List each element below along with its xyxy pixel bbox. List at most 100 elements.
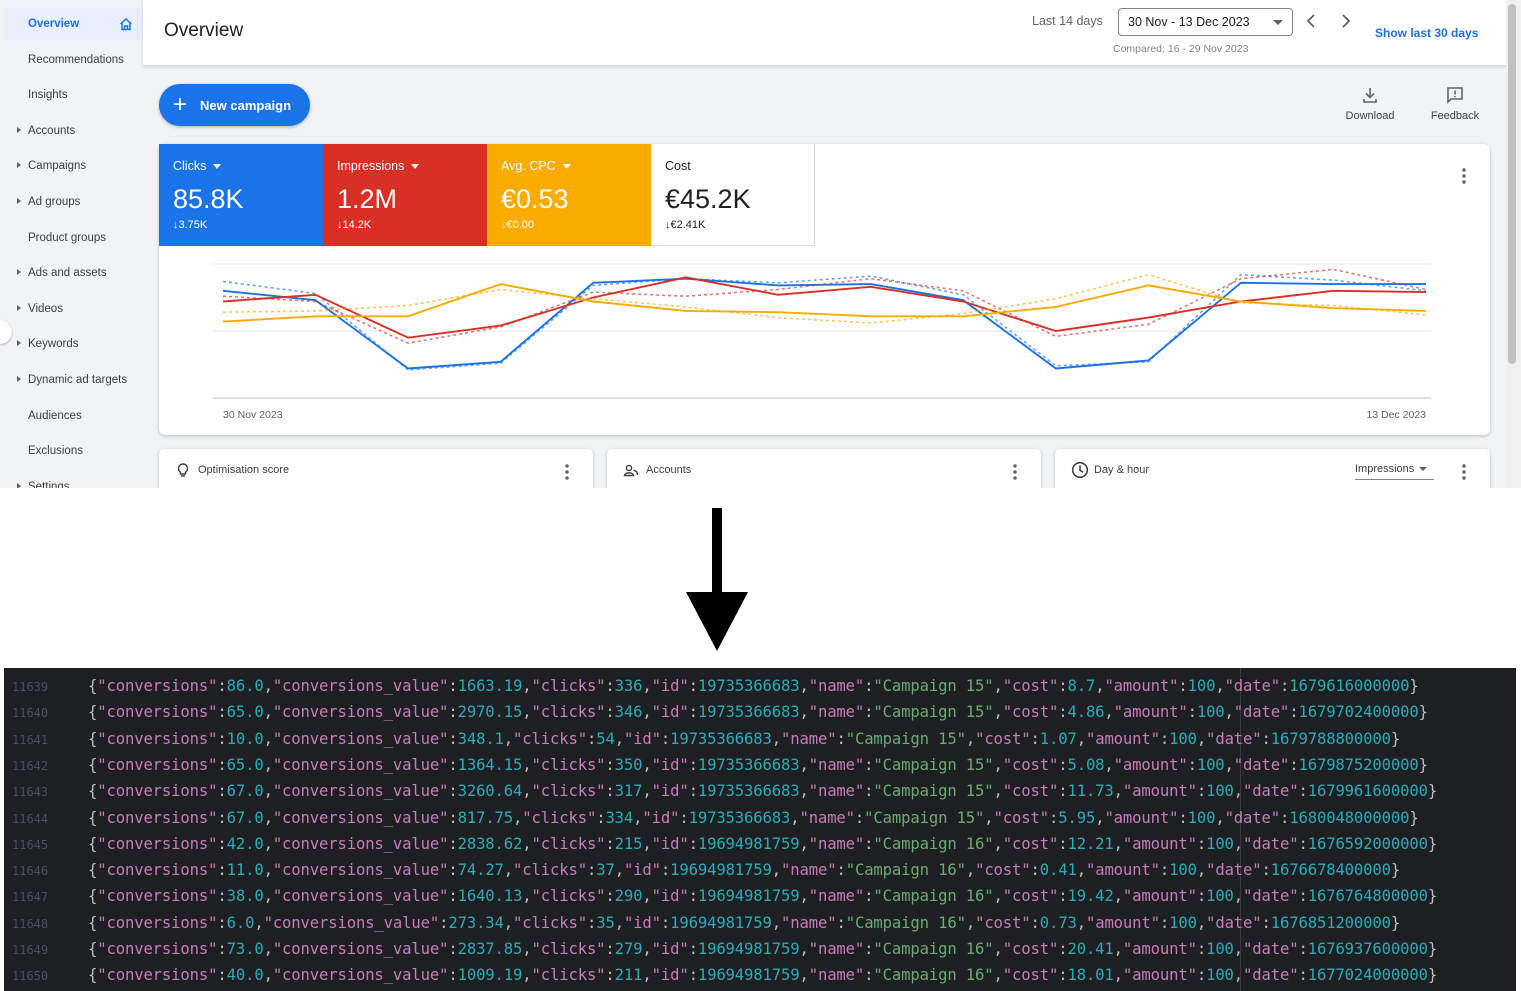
scrollbar-thumb[interactable] — [1508, 4, 1516, 364]
code-token: "conversions_value" — [272, 703, 449, 722]
code-token: , — [642, 677, 652, 695]
code-token: , — [1224, 755, 1234, 774]
code-value-clicks: 211 — [614, 966, 643, 985]
home-icon — [119, 17, 133, 31]
code-token: : — [217, 940, 227, 958]
code-value-name: Campaign 16 — [882, 940, 985, 958]
code-value-value: 1009.19 — [457, 966, 523, 985]
new-campaign-label: New campaign — [200, 97, 292, 113]
code-value-value: 74.27 — [457, 861, 504, 880]
feedback-button[interactable]: Feedback — [1420, 86, 1490, 122]
code-token: , — [993, 677, 1003, 695]
code-value-name: Campaign 16 — [854, 913, 957, 932]
code-token: "date" — [1206, 913, 1262, 932]
code-value-id: 19694981759 — [670, 861, 772, 880]
line-number: 11642 — [12, 758, 49, 773]
code-token: : — [1280, 677, 1290, 695]
code-value-value: 1364.15 — [457, 755, 523, 774]
code-token: } — [1427, 887, 1438, 906]
sidebar-item-exclusions[interactable]: Exclusions — [4, 435, 143, 467]
code-token: , — [1233, 940, 1244, 958]
metric-label-text: Avg. CPC — [501, 159, 556, 173]
code-value-id: 19735366683 — [697, 755, 800, 774]
dropdown-arrow-icon — [213, 163, 222, 169]
dropdown-arrow-icon — [411, 163, 420, 169]
download-button[interactable]: Download — [1335, 86, 1405, 122]
more-options-icon[interactable] — [1013, 464, 1017, 480]
chevron-right-icon[interactable] — [1338, 12, 1354, 30]
code-token: { — [88, 913, 98, 932]
code-token: : — [1196, 966, 1207, 985]
sidebar-item-keywords[interactable]: Keywords — [4, 328, 143, 360]
code-token: , — [522, 887, 532, 906]
metric-clicks[interactable]: Clicks 85.8K ↓3.75K — [159, 144, 323, 246]
chevron-left-icon[interactable] — [1303, 12, 1319, 30]
sidebar-item-label: Settings — [28, 480, 70, 488]
code-token: "conversions_value" — [272, 677, 449, 695]
performance-line-chart: 30 Nov 2023 13 Dec 2023 — [213, 263, 1431, 421]
code-token: "cost" — [975, 861, 1031, 880]
code-token: , — [771, 861, 782, 880]
day-hour-metric-select[interactable]: Impressions — [1355, 463, 1434, 480]
code-token: , — [1113, 940, 1123, 958]
code-token: , — [642, 834, 652, 853]
code-token: "date" — [1224, 677, 1281, 695]
sidebar-item-accounts[interactable]: Accounts — [4, 115, 143, 147]
sidebar-item-insights[interactable]: Insights — [4, 79, 143, 111]
code-token: : — [448, 677, 458, 695]
optimisation-score-card[interactable]: Optimisation score — [159, 449, 593, 488]
metric-impressions[interactable]: Impressions 1.2M ↓14.2K — [323, 144, 487, 246]
sidebar-item-ads-and-assets[interactable]: Ads and assets — [4, 257, 143, 289]
code-value-cost: 5.95 — [1058, 808, 1096, 827]
code-token: , — [263, 834, 273, 853]
code-line: {"conversions":67.0,"conversions_value":… — [88, 809, 1419, 827]
code-line: {"conversions":42.0,"conversions_value":… — [88, 835, 1437, 853]
code-token: , — [263, 782, 273, 801]
code-token: : — [217, 861, 227, 880]
code-token: "clicks" — [531, 677, 606, 695]
sidebar-item-product-groups[interactable]: Product groups — [4, 222, 143, 254]
sidebar-item-ad-groups[interactable]: Ad groups — [4, 186, 143, 218]
code-token: : — [836, 913, 846, 932]
code-token: "date" — [1243, 940, 1299, 958]
code-token: "cost" — [1002, 834, 1059, 853]
more-options-icon[interactable] — [565, 464, 569, 480]
show-last-30-days-link[interactable]: Show last 30 days — [1375, 26, 1478, 40]
sidebar-item-audiences[interactable]: Audiences — [4, 400, 143, 432]
sidebar-item-label: Accounts — [28, 124, 76, 137]
sidebar-item-label: Campaigns — [28, 160, 87, 173]
sidebar-item-dynamic-ad-targets[interactable]: Dynamic ad targets — [4, 364, 143, 396]
accounts-card[interactable]: Accounts — [607, 449, 1041, 488]
code-token: : — [1261, 729, 1271, 748]
code-token: "conversions" — [97, 782, 218, 801]
code-value-name: Campaign 16 — [882, 966, 985, 985]
line-number: 11639 — [12, 680, 49, 694]
code-token: , — [1215, 677, 1225, 695]
sidebar-item-recommendations[interactable]: Recommendations — [4, 44, 143, 76]
date-range-select[interactable]: 30 Nov - 13 Dec 2023 — [1118, 8, 1293, 36]
code-value-value: 1663.19 — [457, 677, 523, 695]
sidebar-item-videos[interactable]: Videos — [4, 293, 143, 325]
sidebar-item-overview[interactable]: Overview — [4, 8, 143, 40]
day-hour-card[interactable]: Day & hour Impressions — [1055, 449, 1490, 488]
code-value-date: 1676851200000 — [1270, 913, 1391, 932]
metric-avg-cpc[interactable]: Avg. CPC €0.53 ↓€0.00 — [487, 144, 651, 246]
caret-right-icon — [17, 482, 21, 488]
code-token: { — [88, 729, 98, 748]
code-token: , — [254, 913, 264, 932]
code-token: : — [217, 834, 227, 853]
sidebar-item-campaigns[interactable]: Campaigns — [4, 150, 143, 182]
code-token: , — [263, 677, 273, 695]
code-token: "conversions" — [97, 887, 218, 906]
new-campaign-button[interactable]: + New campaign — [159, 84, 310, 126]
code-token: "id" — [651, 677, 689, 695]
metric-cost[interactable]: Cost €45.2K ↓€2.41K — [651, 144, 815, 246]
code-token: "date" — [1243, 834, 1299, 853]
code-value-id: 19694981759 — [670, 913, 772, 932]
code-token: "cost" — [1002, 940, 1059, 958]
code-token: "clicks" — [513, 913, 587, 932]
more-options-icon[interactable] — [1462, 168, 1466, 184]
more-options-icon[interactable] — [1462, 464, 1466, 480]
sidebar-item-settings[interactable]: Settings — [4, 471, 143, 488]
code-value-cost: 8.7 — [1067, 677, 1096, 695]
